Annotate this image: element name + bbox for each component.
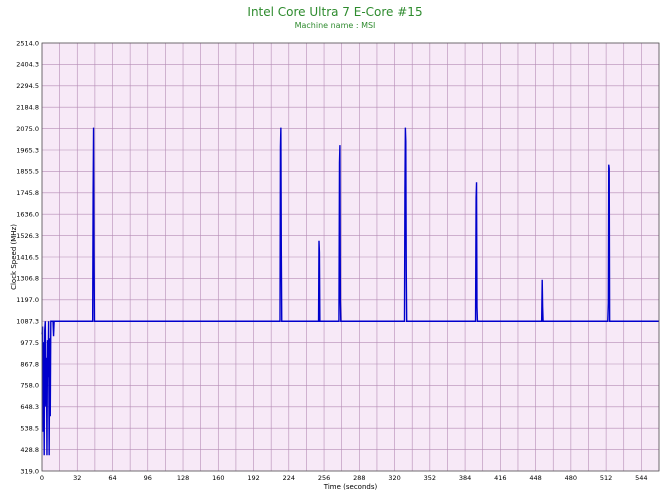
x-tick-label: 320 (388, 474, 400, 482)
y-tick-label: 2404.3 (16, 61, 39, 69)
y-tick-label: 1965.3 (16, 146, 39, 154)
y-tick-label: 1855.5 (16, 168, 39, 176)
x-tick-label: 448 (529, 474, 541, 482)
x-tick-label: 0 (40, 474, 44, 482)
y-ticks: 319.0 428.8 538.5 648.3 758.0 867.8 977.5 1087.… (16, 39, 39, 475)
y-tick-label: 2294.5 (16, 82, 39, 90)
x-tick-label: 32 (73, 474, 81, 482)
y-tick-label: 867.8 (20, 360, 39, 368)
y-tick-label: 2514.0 (16, 39, 39, 47)
grid (41, 42, 660, 472)
x-tick-label: 160 (212, 474, 224, 482)
x-tick-label: 96 (144, 474, 152, 482)
y-tick-label: 428.8 (20, 446, 39, 454)
x-tick-label: 224 (283, 474, 295, 482)
y-tick-label: 1636.0 (16, 211, 39, 219)
y-tick-label: 319.0 (20, 467, 39, 475)
x-ticks: 0 32 64 96 128 160 192 224 256 288 320 352 384 416 448… (40, 474, 648, 482)
y-tick-label: 758.0 (20, 382, 39, 390)
y-tick-label: 1197.0 (16, 296, 39, 304)
y-tick-label: 538.5 (20, 425, 39, 433)
y-tick-label: 1087.3 (16, 318, 39, 326)
x-tick-label: 544 (635, 474, 647, 482)
y-tick-label: 1526.3 (16, 232, 39, 240)
x-tick-label: 352 (424, 474, 436, 482)
y-tick-label: 648.3 (20, 403, 39, 411)
x-tick-label: 192 (247, 474, 259, 482)
x-tick-label: 64 (108, 474, 116, 482)
y-tick-label: 2075.0 (16, 125, 39, 133)
y-axis-label: Clock Speed (MHz) (10, 224, 18, 290)
y-tick-label: 1306.8 (16, 275, 39, 283)
x-tick-label: 512 (600, 474, 612, 482)
y-tick-label: 1416.5 (16, 253, 39, 261)
x-tick-label: 128 (177, 474, 189, 482)
x-tick-label: 480 (565, 474, 577, 482)
y-tick-label: 1745.8 (16, 189, 39, 197)
y-tick-label: 2184.8 (16, 104, 39, 112)
x-tick-label: 384 (459, 474, 471, 482)
x-tick-label: 256 (318, 474, 330, 482)
y-tick-label: 977.5 (20, 339, 39, 347)
x-tick-label: 416 (494, 474, 506, 482)
x-tick-label: 288 (353, 474, 365, 482)
chart-area: 319.0 428.8 538.5 648.3 758.0 867.8 977.5 1087.… (10, 39, 660, 491)
x-axis-label: Time (seconds) (323, 483, 378, 491)
